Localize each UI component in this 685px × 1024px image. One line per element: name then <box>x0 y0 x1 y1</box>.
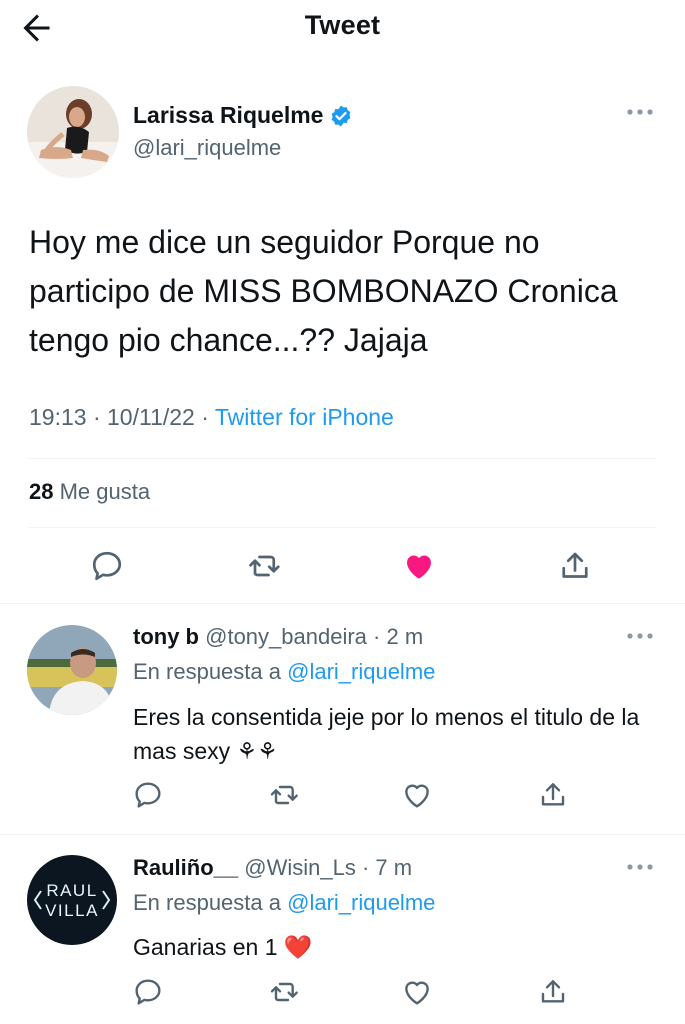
reply-text: Eres la consentida jeje por lo menos el … <box>133 704 640 764</box>
share-icon[interactable] <box>537 779 569 811</box>
author-name-row[interactable]: Larissa Riquelme <box>133 102 353 129</box>
like-icon[interactable] <box>401 779 433 811</box>
tweet-date: 10/11/22 <box>107 404 195 430</box>
author-name[interactable]: Larissa Riquelme <box>133 102 323 129</box>
like-icon[interactable] <box>401 976 433 1008</box>
share-icon[interactable] <box>537 976 569 1008</box>
reply-prefix: En respuesta a <box>133 659 281 684</box>
reply-text: Ganarias en 1 <box>133 934 278 960</box>
divider <box>29 527 656 528</box>
more-options-icon[interactable] <box>624 861 656 873</box>
reply-time: 7 m <box>375 855 413 880</box>
tweet-source-link[interactable]: Twitter for iPhone <box>215 404 394 430</box>
like-icon-filled[interactable] <box>401 548 437 584</box>
tweet-text: Hoy me dice un seguidor Porque no partic… <box>29 224 618 358</box>
avatar-text-top: RAUL <box>46 881 97 900</box>
reply-context: En respuesta a @lari_riquelme <box>133 659 435 685</box>
reply-context: En respuesta a @lari_riquelme <box>133 890 435 916</box>
heart-emoji: ❤️ <box>283 934 313 960</box>
reply-to-handle[interactable]: @lari_riquelme <box>287 659 435 684</box>
tweet-time: 19:13 <box>29 404 87 430</box>
more-options-icon[interactable] <box>624 630 656 642</box>
likes-count: 28 <box>29 479 54 504</box>
reply-icon[interactable] <box>132 976 164 1008</box>
reply-prefix: En respuesta a <box>133 890 281 915</box>
reply-to-handle[interactable]: @lari_riquelme <box>287 890 435 915</box>
page-title: Tweet <box>304 10 381 40</box>
retweet-icon[interactable] <box>268 976 300 1008</box>
reply-header: tony b @tony_bandeira · 2 m <box>133 624 424 649</box>
reply-author-handle[interactable]: @tony_bandeira <box>205 624 367 649</box>
likes-summary[interactable]: 28 Me gusta <box>29 479 150 505</box>
reply-author-handle[interactable]: @Wisin_Ls <box>244 855 356 880</box>
author-avatar[interactable] <box>27 86 119 178</box>
reply-text-row: Ganarias en 1 ❤️ <box>133 930 663 964</box>
verified-badge-icon <box>329 104 353 128</box>
retweet-icon[interactable] <box>246 548 282 584</box>
divider <box>0 834 685 835</box>
reply-icon[interactable] <box>89 548 125 584</box>
more-options-icon[interactable] <box>624 106 656 118</box>
reply-author-name[interactable]: tony b <box>133 624 199 649</box>
reply-time: 2 m <box>386 624 424 649</box>
tweet-meta: 19:13 · 10/11/22 · Twitter for iPhone <box>29 404 394 430</box>
reply-header: Rauliño__ @Wisin_Ls · 7 m <box>133 855 413 880</box>
divider <box>29 458 656 459</box>
reply-avatar[interactable] <box>27 625 117 715</box>
reply-avatar[interactable]: RAUL VILLA <box>27 855 117 945</box>
likes-label: Me gusta <box>59 479 151 504</box>
avatar-text-bottom: VILLA <box>45 901 99 920</box>
reply-author-name[interactable]: Rauliño__ <box>133 855 238 880</box>
divider <box>0 603 685 604</box>
share-icon[interactable] <box>557 548 593 584</box>
author-handle[interactable]: @lari_riquelme <box>133 135 281 161</box>
reply-icon[interactable] <box>132 779 164 811</box>
retweet-icon[interactable] <box>268 779 300 811</box>
